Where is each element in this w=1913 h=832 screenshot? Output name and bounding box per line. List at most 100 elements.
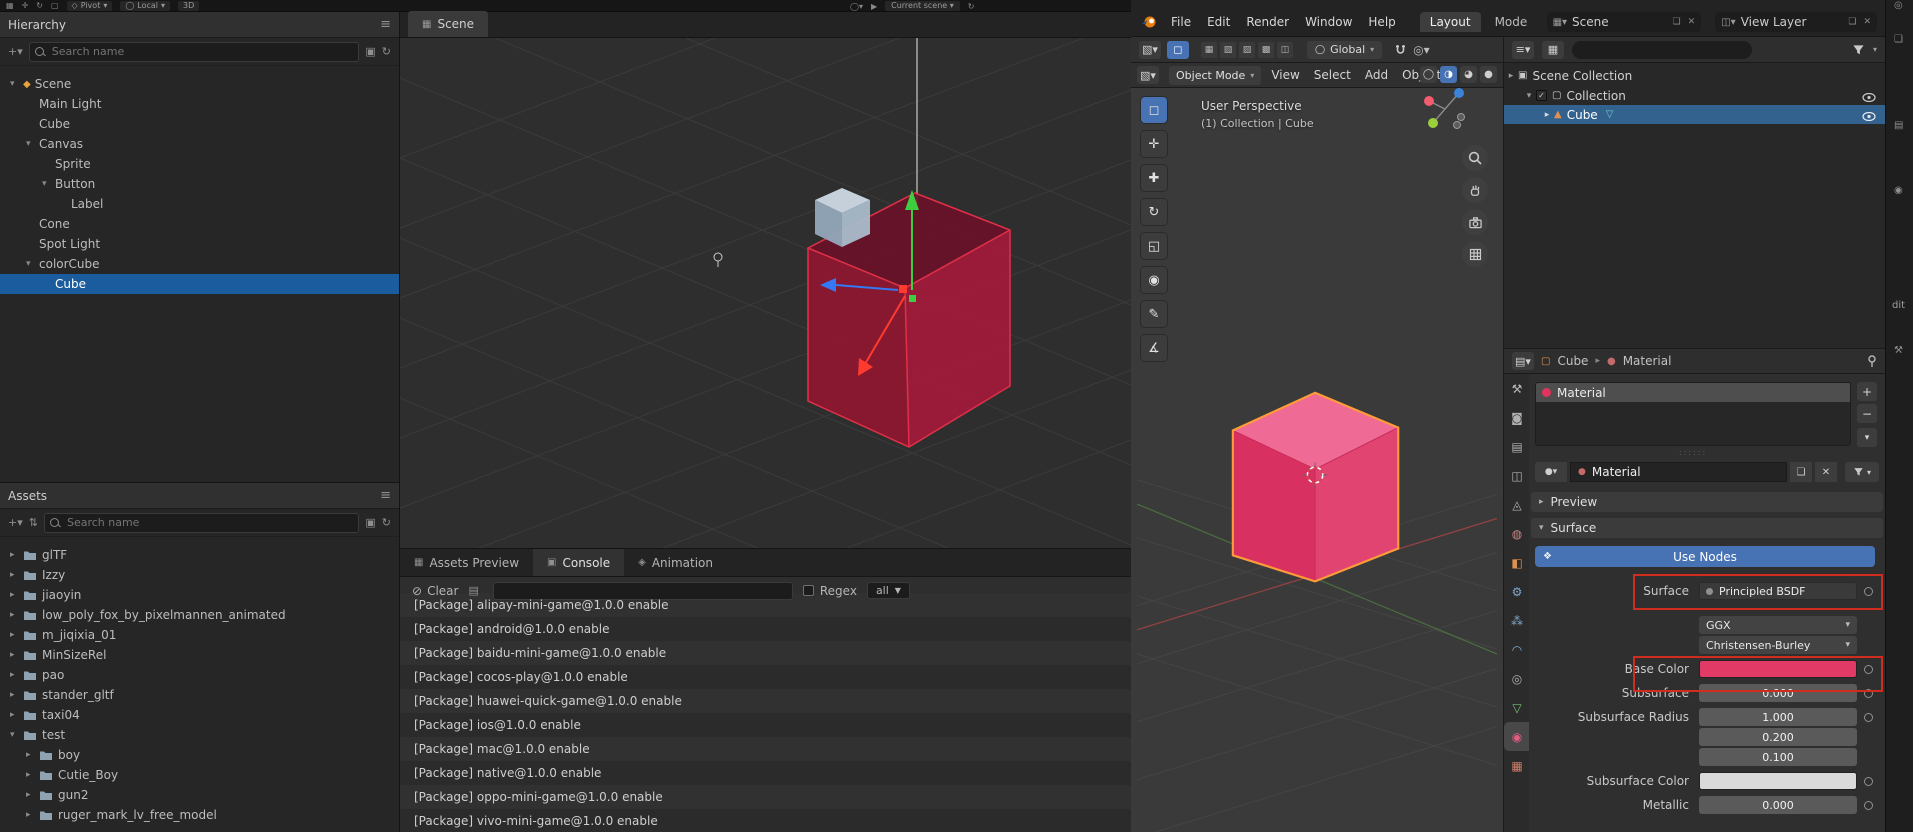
asset-folder-row[interactable]: ▸ Izzy [0, 565, 399, 585]
asset-folder-row[interactable]: ▸ stander_gltf [0, 685, 399, 705]
hierarchy-node[interactable]: Main Light [0, 94, 399, 114]
editor-type-icon[interactable]: ▧▾ [1139, 40, 1161, 59]
hierarchy-node[interactable]: ▾ colorCube [0, 254, 399, 274]
properties-tab[interactable]: ◠ [1504, 635, 1530, 664]
expand-arrow[interactable]: ▸ [10, 710, 23, 720]
blender-logo[interactable] [1141, 15, 1157, 29]
properties-tab[interactable]: ◫ [1504, 461, 1530, 490]
properties-tab[interactable]: ▤ [1504, 432, 1530, 461]
section-surface[interactable]: ▾ Surface [1531, 518, 1883, 538]
use-nodes-button[interactable]: ❖ Use Nodes [1535, 546, 1875, 567]
list-resize-grip[interactable]: :::::: [1679, 448, 1707, 457]
navigation-gizmo[interactable] [1417, 81, 1473, 140]
section-preview[interactable]: ▸ Preview [1531, 492, 1883, 512]
expand-arrow[interactable]: ▸ [10, 610, 23, 620]
properties-tab[interactable]: ◧ [1504, 548, 1530, 577]
expand-arrow[interactable]: ▸ [26, 750, 39, 760]
panel-menu-icon[interactable]: ≡ [380, 17, 391, 32]
shading-mode-icon[interactable]: ◑ [1440, 66, 1457, 83]
expand-arrow[interactable]: ▸ [26, 810, 39, 820]
outliner-row-cube[interactable]: ▸ ▲ Cube ▽ [1504, 105, 1886, 124]
select-mode-icon[interactable]: ▩ [1258, 41, 1274, 58]
blender-3d-viewport[interactable]: ▧▾ Object Mode ▾ ViewSelectAddObject ◯◑◕… [1131, 63, 1503, 832]
menu-item[interactable]: Edit [1207, 15, 1230, 29]
hierarchy-node[interactable]: ▾ Canvas [0, 134, 399, 154]
scene-selector[interactable]: ▦▾ Scene ❏ ✕ [1546, 12, 1702, 32]
expand-arrow[interactable]: ▸ [10, 690, 23, 700]
asset-folder-row[interactable]: ▸ MinSizeRel [0, 645, 399, 665]
asset-folder-row[interactable]: ▾ test [0, 725, 399, 745]
asset-folder-row[interactable]: ▸ pao [0, 665, 399, 685]
mode-dropdown[interactable]: Object Mode ▾ [1169, 65, 1262, 85]
properties-tab[interactable]: ⚙ [1504, 577, 1530, 606]
add-slot-button[interactable]: + [1857, 382, 1877, 401]
hierarchy-node[interactable]: ▾ ◆ Scene [0, 74, 399, 94]
asset-folder-row[interactable]: ▸ taxi04 [0, 705, 399, 725]
asset-folder-row[interactable]: ▸ gun2 [0, 785, 399, 805]
expand-all-icon[interactable]: ▣ [365, 45, 375, 58]
local-button[interactable]: ◯ Local ▾ [120, 0, 171, 11]
properties-tab[interactable]: ◬ [1504, 490, 1530, 519]
expand-arrow[interactable]: ▾ [26, 259, 39, 269]
outliner-row-collection[interactable]: ▾ ✓ ▢ Collection [1504, 86, 1886, 105]
layout-icon[interactable]: ▦ [6, 1, 14, 10]
menu-item[interactable]: File [1171, 15, 1191, 29]
assets-search-input[interactable] [43, 512, 360, 533]
expand-arrow[interactable]: ▾ [10, 79, 23, 89]
value-slider[interactable]: 1.000 [1699, 708, 1857, 726]
asset-folder-row[interactable]: ▸ low_poly_fox_by_pixelmannen_animated [0, 605, 399, 625]
expand-arrow[interactable]: ▾ [42, 179, 55, 189]
expand-arrow[interactable]: ▸ [1504, 71, 1518, 81]
console-tab[interactable]: ▦ Assets Preview [400, 549, 533, 576]
sort-icon[interactable]: ⇅ [29, 516, 38, 529]
asset-folder-row[interactable]: ▸ jiaoyin [0, 585, 399, 605]
hierarchy-node[interactable]: Spot Light [0, 234, 399, 254]
editor-type-icon[interactable]: ≡▾ [1512, 40, 1534, 59]
properties-tab[interactable]: ◍ [1504, 519, 1530, 548]
value-slider[interactable]: 0.100 [1699, 748, 1857, 766]
viewport-tool-button[interactable]: ✎ [1141, 301, 1167, 327]
expand-arrow[interactable]: ▾ [10, 730, 23, 740]
editor-type-icon[interactable]: ▤▾ [1512, 352, 1534, 370]
proportional-edit-icon[interactable]: ◎▾ [1413, 43, 1430, 57]
enum-dropdown[interactable]: GGX ▾ [1699, 616, 1857, 634]
hierarchy-node[interactable]: Sprite [0, 154, 399, 174]
mode-3d-button[interactable]: 3D [178, 0, 200, 11]
new-view-layer-icon[interactable]: ❏ [1848, 17, 1856, 27]
menu-item[interactable]: Add [1365, 68, 1388, 82]
properties-tab[interactable]: ⁂ [1504, 606, 1530, 635]
remove-slot-button[interactable]: − [1857, 404, 1877, 423]
refresh-icon[interactable]: ↻ [382, 516, 391, 529]
platform-globe-icon[interactable]: ◯▾ [850, 2, 863, 11]
menu-item[interactable]: Help [1368, 15, 1395, 29]
delete-view-layer-icon[interactable]: ✕ [1863, 17, 1871, 27]
console-tab[interactable]: ◈ Animation [624, 549, 727, 576]
shading-mode-icon[interactable]: ◕ [1460, 66, 1477, 83]
copy-material-button[interactable]: ❏ [1790, 462, 1812, 482]
expand-arrow[interactable]: ▾ [26, 139, 39, 149]
collection-checkbox[interactable]: ✓ [1536, 90, 1547, 101]
workspace-tab[interactable]: Model [1485, 12, 1527, 32]
expand-all-icon[interactable]: ▣ [365, 516, 375, 529]
refresh-icon[interactable]: ↻ [968, 2, 975, 11]
pivot-button[interactable]: ◇ Pivot ▾ [66, 0, 113, 11]
panel-menu-icon[interactable]: ≡ [380, 488, 391, 503]
display-mode-icon[interactable]: ▦ [1542, 40, 1564, 59]
hierarchy-node[interactable]: ▾ Button [0, 174, 399, 194]
value-slider[interactable]: 0.000 [1699, 796, 1857, 814]
properties-tab[interactable]: ▽ [1504, 693, 1530, 722]
viewport-tool-button[interactable]: ◻ [1141, 97, 1167, 123]
outliner-row-scene-collection[interactable]: ▸ ▣ Scene Collection [1504, 66, 1886, 85]
expand-arrow[interactable]: ▸ [10, 550, 23, 560]
asset-folder-row[interactable]: ▸ ruger_mark_lv_free_model [0, 805, 399, 825]
properties-tab[interactable]: ◎ [1504, 664, 1530, 693]
menu-item[interactable]: View [1271, 68, 1299, 82]
new-scene-icon[interactable]: ❏ [1673, 17, 1681, 27]
expand-arrow[interactable]: ▸ [10, 590, 23, 600]
frame-icon[interactable]: ▢ [51, 1, 59, 10]
outliner-search-input[interactable] [1572, 40, 1752, 59]
material-slot-list[interactable]: Material [1535, 382, 1851, 446]
properties-tab[interactable]: ◉ [1504, 722, 1530, 751]
shading-mode-icon[interactable]: ◯ [1420, 66, 1437, 83]
pan-hand-icon[interactable] [1462, 177, 1488, 203]
